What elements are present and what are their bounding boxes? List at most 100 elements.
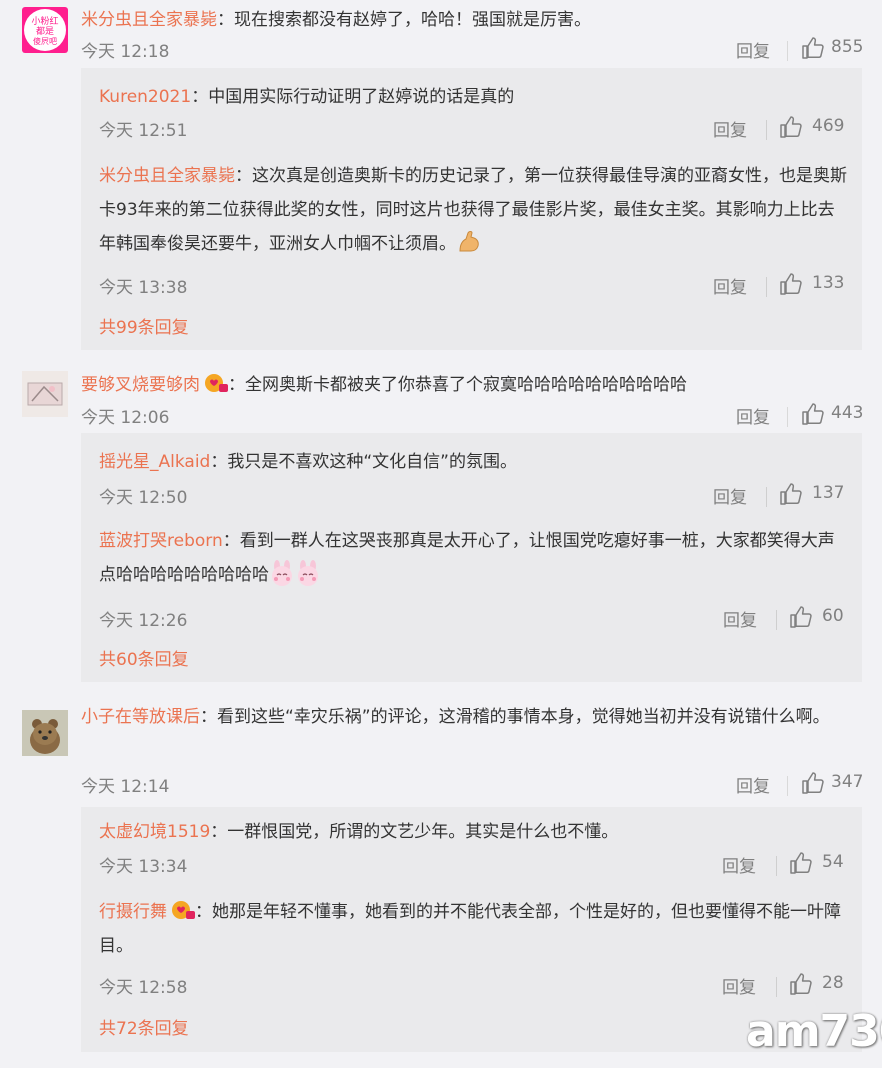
reply-item: 蓝波打哭reborn：看到一群人在这哭丧那真是太开心了，让恨国党吃瘪好事一桩，大… bbox=[99, 524, 849, 631]
bunny-laugh-icon bbox=[272, 560, 292, 586]
watermark-logo: am730 bbox=[746, 1006, 882, 1057]
reply-button[interactable]: 回复 bbox=[722, 973, 756, 998]
reply-item: 摇光星_Alkaid：我只是不喜欢这种“文化自信”的氛围。 今天 12:50 回… bbox=[99, 446, 849, 508]
comment-item: 小子在等放课后：看到这些“幸灾乐祸”的评论，这滑稽的事情本身，觉得她当初并没有说… bbox=[0, 700, 882, 1054]
thumbs-up-icon[interactable] bbox=[789, 851, 813, 875]
replies-panel: 太虚幻境1519：一群恨国党，所谓的文艺少年。其实是什么也不懂。 今天 13:3… bbox=[81, 807, 862, 1052]
comment-meta: 今天 12:06 回复 443 bbox=[81, 401, 863, 431]
divider bbox=[787, 41, 788, 61]
reply-body: ：我只是不喜欢这种“文化自信”的氛围。 bbox=[210, 452, 517, 472]
avatar[interactable] bbox=[22, 710, 68, 756]
timestamp: 今天 12:18 bbox=[81, 42, 170, 62]
timestamp: 今天 13:38 bbox=[99, 278, 188, 298]
divider bbox=[776, 856, 777, 876]
thumbs-up-icon[interactable] bbox=[789, 605, 813, 629]
reply-button[interactable]: 回复 bbox=[713, 483, 747, 508]
timestamp: 今天 12:14 bbox=[81, 777, 170, 797]
svg-text:傻屄吧: 傻屄吧 bbox=[33, 36, 57, 46]
comment-text: 小子在等放课后：看到这些“幸灾乐祸”的评论，这滑稽的事情本身，觉得她当初并没有说… bbox=[81, 701, 851, 733]
reply-item: 米分虫且全家暴毙：这次真是创造奥斯卡的历史记录了，第一位获得最佳导演的亚裔女性，… bbox=[99, 159, 849, 298]
comment-meta: 今天 12:14 回复 347 bbox=[81, 770, 863, 800]
vip-badge-icon bbox=[172, 901, 195, 919]
reply-body: ：中国用实际行动证明了赵婷说的话是真的 bbox=[191, 87, 515, 107]
timestamp: 今天 12:26 bbox=[99, 611, 188, 631]
comment-body: ：全网奥斯卡都被夹了你恭喜了个寂寞哈哈哈哈哈哈哈哈哈哈 bbox=[228, 375, 687, 395]
like-count: 443 bbox=[831, 403, 864, 423]
bunny-laugh-icon bbox=[298, 560, 318, 586]
svg-text:都是: 都是 bbox=[36, 26, 54, 37]
thumbs-up-icon[interactable] bbox=[801, 771, 825, 795]
more-replies-link[interactable]: 共60条回复 bbox=[99, 645, 189, 670]
reply-meta: 今天 12:26 回复 60 bbox=[99, 606, 844, 636]
username-link[interactable]: 米分虫且全家暴毙 bbox=[81, 10, 217, 30]
reply-button[interactable]: 回复 bbox=[713, 116, 747, 141]
reply-body: ：一群恨国党，所谓的文艺少年。其实是什么也不懂。 bbox=[210, 822, 619, 842]
thumbs-up-icon[interactable] bbox=[801, 402, 825, 426]
like-count: 133 bbox=[812, 273, 845, 293]
thumbs-up-icon[interactable] bbox=[789, 972, 813, 996]
username-link[interactable]: 行摄行舞 bbox=[99, 902, 167, 922]
like-count: 469 bbox=[812, 116, 845, 136]
reply-item: 行摄行舞 ：她那是年轻不懂事，她看到的并不能代表全部，个性是好的，但也要懂得不能一… bbox=[99, 895, 849, 998]
divider bbox=[766, 277, 767, 297]
username-link[interactable]: 要够叉烧要够肉 bbox=[81, 375, 200, 395]
pink-text-avatar-icon: 小粉红 都是 傻屄吧 bbox=[22, 7, 68, 53]
more-replies-link[interactable]: 共72条回复 bbox=[99, 1014, 189, 1039]
svg-text:小粉红: 小粉红 bbox=[31, 15, 58, 27]
divider bbox=[766, 487, 767, 507]
quokka-avatar-icon bbox=[22, 710, 68, 756]
avatar[interactable]: 小粉红 都是 傻屄吧 bbox=[22, 7, 68, 53]
username-link[interactable]: 小子在等放课后 bbox=[81, 707, 200, 727]
reply-button[interactable]: 回复 bbox=[713, 273, 747, 298]
reply-meta: 今天 12:58 回复 28 bbox=[99, 973, 844, 1003]
like-count: 60 bbox=[822, 606, 844, 626]
divider bbox=[776, 977, 777, 997]
comment-meta: 今天 12:18 回复 855 bbox=[81, 35, 863, 65]
comment-text: 米分虫且全家暴毙：现在搜索都没有赵婷了，哈哈！强国就是厉害。 bbox=[81, 4, 861, 37]
reply-meta: 今天 12:50 回复 137 bbox=[99, 483, 844, 513]
thumbs-up-icon[interactable] bbox=[801, 36, 825, 60]
thumbs-up-icon[interactable] bbox=[779, 115, 803, 139]
timestamp: 今天 13:34 bbox=[99, 857, 188, 877]
reply-item: Kuren2021：中国用实际行动证明了赵婷说的话是真的 今天 12:51 回复… bbox=[99, 81, 849, 141]
divider bbox=[787, 407, 788, 427]
thumbs-up-icon[interactable] bbox=[779, 272, 803, 296]
divider bbox=[776, 610, 777, 630]
reply-button[interactable]: 回复 bbox=[722, 852, 756, 877]
reply-item: 太虚幻境1519：一群恨国党，所谓的文艺少年。其实是什么也不懂。 今天 13:3… bbox=[99, 816, 849, 877]
timestamp: 今天 12:06 bbox=[81, 408, 170, 428]
like-count: 347 bbox=[831, 772, 864, 792]
comment-item: 小粉红 都是 傻屄吧 米分虫且全家暴毙：现在搜索都没有赵婷了，哈哈！强国就是厉害… bbox=[0, 0, 882, 350]
comment-text: 要够叉烧要够肉 ：全网奥斯卡都被夹了你恭喜了个寂寞哈哈哈哈哈哈哈哈哈哈 bbox=[81, 369, 861, 402]
reply-body: ：她那是年轻不懂事，她看到的并不能代表全部，个性是好的，但也要懂得不能一叶障目。 bbox=[99, 902, 841, 956]
comment-body: ：看到这些“幸灾乐祸”的评论，这滑稽的事情本身，觉得她当初并没有说错什么啊。 bbox=[200, 707, 830, 727]
replies-panel: Kuren2021：中国用实际行动证明了赵婷说的话是真的 今天 12:51 回复… bbox=[81, 68, 862, 350]
username-link[interactable]: 蓝波打哭reborn bbox=[99, 531, 223, 551]
timestamp: 今天 12:51 bbox=[99, 121, 188, 141]
replies-panel: 摇光星_Alkaid：我只是不喜欢这种“文化自信”的氛围。 今天 12:50 回… bbox=[81, 433, 862, 682]
like-count: 28 bbox=[822, 973, 844, 993]
flexed-biceps-icon bbox=[459, 231, 479, 252]
username-link[interactable]: 太虚幻境1519 bbox=[99, 822, 210, 842]
comment-item: 要够叉烧要够肉 ：全网奥斯卡都被夹了你恭喜了个寂寞哈哈哈哈哈哈哈哈哈哈 今天 12… bbox=[0, 365, 882, 683]
username-link[interactable]: 米分虫且全家暴毙 bbox=[99, 166, 235, 186]
thumbs-up-icon[interactable] bbox=[779, 482, 803, 506]
reply-meta: 今天 12:51 回复 469 bbox=[99, 116, 844, 146]
like-count: 54 bbox=[822, 852, 844, 872]
like-count: 855 bbox=[831, 37, 864, 57]
like-count: 137 bbox=[812, 483, 845, 503]
avatar[interactable] bbox=[22, 371, 68, 417]
divider bbox=[766, 120, 767, 140]
more-replies-link[interactable]: 共99条回复 bbox=[99, 313, 189, 338]
comment-body: ：现在搜索都没有赵婷了，哈哈！强国就是厉害。 bbox=[217, 10, 591, 30]
timestamp: 今天 12:58 bbox=[99, 978, 188, 998]
username-link[interactable]: 摇光星_Alkaid bbox=[99, 452, 210, 472]
divider bbox=[787, 776, 788, 796]
sketch-avatar-icon bbox=[22, 371, 68, 417]
reply-button[interactable]: 回复 bbox=[723, 606, 757, 631]
reply-meta: 今天 13:34 回复 54 bbox=[99, 852, 844, 882]
timestamp: 今天 12:50 bbox=[99, 488, 188, 508]
vip-badge-icon bbox=[205, 374, 228, 392]
username-link[interactable]: Kuren2021 bbox=[99, 87, 191, 107]
reply-meta: 今天 13:38 回复 133 bbox=[99, 273, 844, 303]
